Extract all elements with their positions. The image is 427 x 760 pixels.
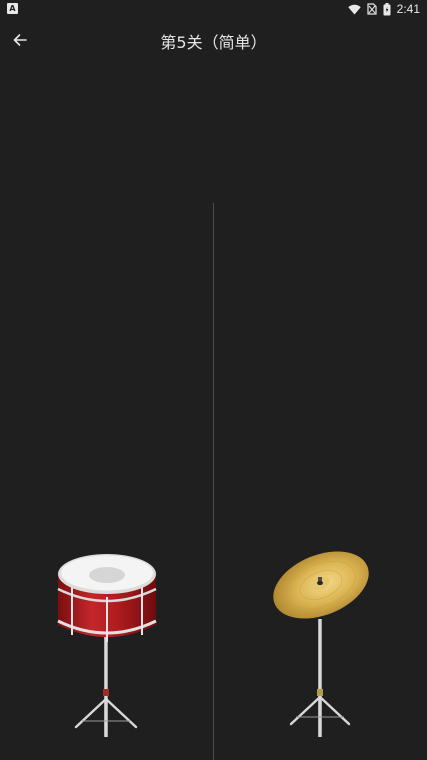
wifi-icon (347, 4, 361, 14)
no-sim-icon (367, 3, 377, 15)
battery-icon (383, 2, 391, 15)
app-bar: 第5关（简单） (0, 18, 427, 62)
notification-app-icon: A (7, 3, 18, 14)
cymbal-icon[interactable] (268, 547, 374, 743)
status-time: 2:41 (396, 2, 420, 16)
status-bar: A 2:41 (0, 0, 427, 18)
status-icons: 2:41 (347, 1, 420, 17)
page-title: 第5关（简单） (160, 33, 267, 52)
snare-drum-icon[interactable] (52, 549, 162, 744)
pad-divider (213, 203, 214, 760)
